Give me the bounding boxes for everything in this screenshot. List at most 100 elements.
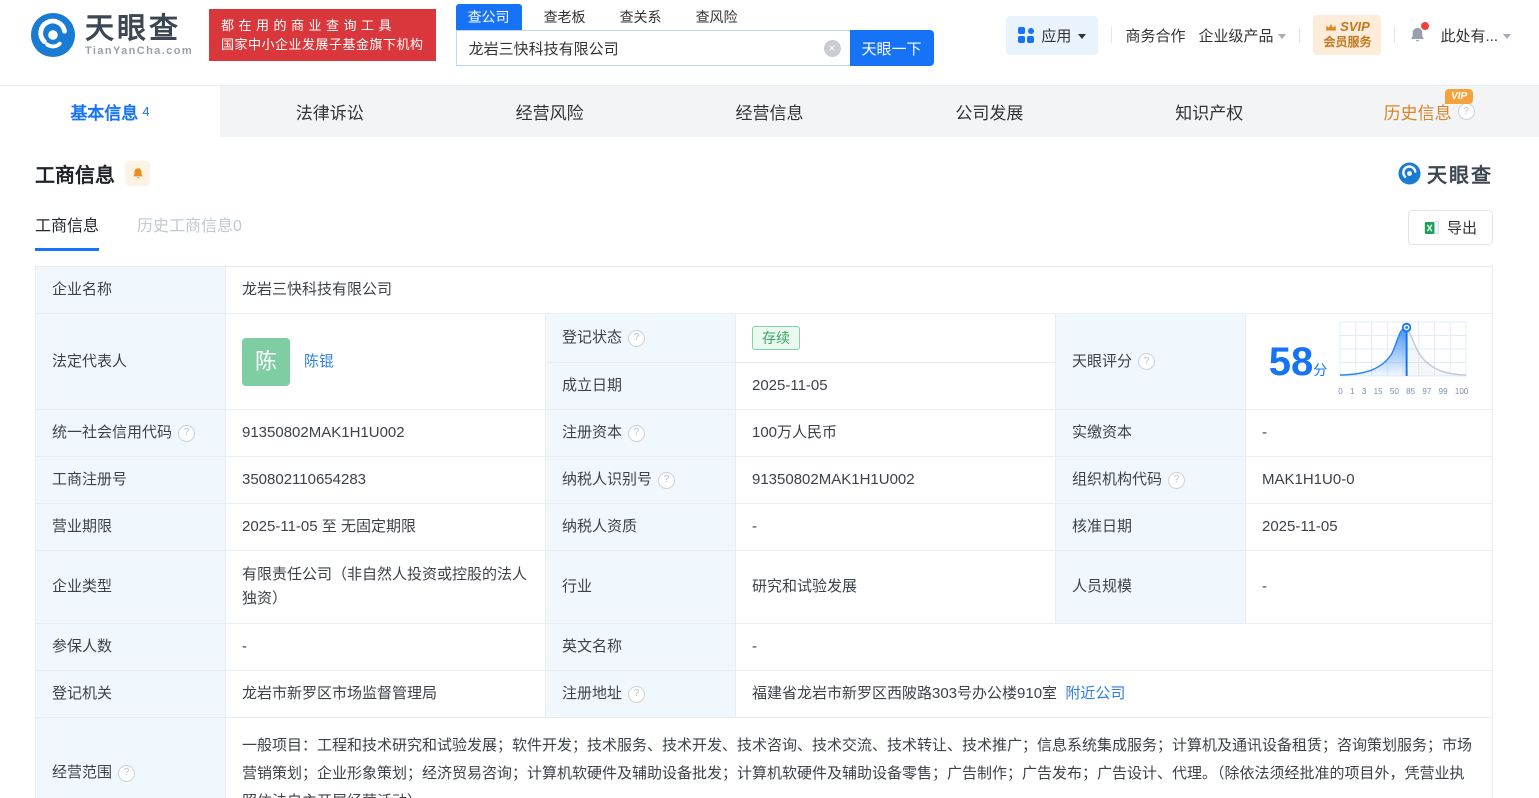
logo-swirl-icon [1398,162,1421,185]
org-code-value: MAK1H1U0-0 [1245,456,1493,505]
chevron-down-icon [1503,33,1511,39]
search-tab-relation[interactable]: 查关系 [608,4,674,30]
search-tab-boss[interactable]: 查老板 [532,4,598,30]
reg-no-label: 工商注册号 [35,456,226,505]
help-icon[interactable]: ? [118,764,136,782]
nearby-companies-link[interactable]: 附近公司 [1065,685,1125,702]
content-area: 工商信息 天眼查 工商信息 历史工商信息0 导出 企业名称 龙岩三快科技有限公司… [0,137,1539,798]
menu-cooperation-label: 商务合作 [1125,27,1186,45]
company-type-label: 企业类型 [35,550,226,625]
legal-rep-link[interactable]: 陈锟 [304,351,334,373]
legal-rep-cell: 陈 陈锟 [225,313,546,411]
vip-badge: VIP [1445,89,1474,104]
staff-size-label: 人员规模 [1055,550,1246,625]
uscc-value: 91350802MAK1H1U002 [225,409,546,458]
tianyancha-company-page: 天眼查 TianYanCha.com 都在用的商业查询工具 国家中小企业发展子基… [0,0,1539,798]
help-icon[interactable]: ? [1138,353,1156,371]
score-axis-ticks: 0 1 3 15 50 85 97 99 100 [1338,387,1469,397]
help-icon[interactable]: ? [1457,103,1475,120]
subtab-business-info[interactable]: 工商信息 [35,212,100,251]
reg-no-value: 350802110654283 [225,456,546,505]
tab-history-info[interactable]: VIP 历史信息 ? [1319,86,1539,137]
tab-history-info-label: 历史信息 [1383,104,1452,123]
export-button[interactable]: 导出 [1407,210,1493,245]
export-label: 导出 [1446,220,1477,237]
tab-legal-proceedings[interactable]: 法律诉讼 [220,86,440,137]
taxpayer-id-value: 91350802MAK1H1U002 [735,456,1056,505]
registration-authority-value: 龙岩市新罗区市场监督管理局 [225,670,546,719]
chevron-down-icon [1078,33,1087,39]
apps-menu-button[interactable]: 应用 [1006,15,1099,55]
english-name-value: - [735,623,1493,672]
table-row: 统一社会信用代码? 91350802MAK1H1U002 注册资本? 100万人… [35,409,1493,458]
search-tabs: 查公司 查老板 查关系 查风险 [455,4,934,30]
legal-rep-label: 法定代表人 [35,313,226,411]
notifications-bell[interactable] [1408,22,1430,45]
notification-dot [1421,22,1430,30]
tab-basic-info[interactable]: 基本信息 4 [0,86,220,137]
score-number: 58分 [1268,339,1328,384]
svip-label: SVIP [1340,19,1370,34]
promo-banner: 都在用的商业查询工具 国家中小企业发展子基金旗下机构 [209,9,436,61]
search-button[interactable]: 天眼一下 [849,30,934,66]
tianyancha-logo[interactable]: 天眼查 TianYanCha.com [30,12,193,58]
banner-line2: 国家中小企业发展子基金旗下机构 [221,37,424,52]
score-label: 天眼评分? [1055,313,1246,411]
company-name-value: 龙岩三快科技有限公司 [225,265,1493,315]
menu-enterprise-label: 企业级产品 [1198,27,1274,45]
help-icon[interactable]: ? [1168,471,1186,489]
logo-title: 天眼查 [85,12,182,45]
tab-operation-risk[interactable]: 经营风险 [440,86,660,137]
legal-rep-avatar[interactable]: 陈 [242,337,290,386]
tab-intellectual-property[interactable]: 知识产权 [1099,86,1319,137]
svip-membership-button[interactable]: SVIP 会员服务 [1313,15,1382,55]
user-menu-label: 此处有... [1440,27,1498,45]
score-distribution-chart: 0 1 3 15 50 85 97 99 100 [1337,320,1469,403]
reg-capital-value: 100万人民币 [735,409,1056,458]
apps-grid-icon [1018,27,1035,43]
search-tab-risk[interactable]: 查风险 [684,4,750,30]
table-row: 工商注册号 350802110654283 纳税人识别号? 91350802MA… [35,456,1493,505]
user-account-menu[interactable]: 此处有... [1440,25,1511,46]
registered-address-value: 福建省龙岩市新罗区西陂路303号办公楼910室 附近公司 [735,670,1493,719]
clear-search-icon[interactable]: × [823,39,841,57]
paid-capital-label: 实缴资本 [1055,409,1246,458]
table-row: 企业类型 有限责任公司（非自然人投资或控股的法人独资） 行业 研究和试验发展 人… [35,550,1493,625]
paid-capital-value: - [1245,409,1493,458]
search-input[interactable] [456,31,850,65]
subscribe-bell-button[interactable] [125,161,150,186]
business-info-table: 企业名称 龙岩三快科技有限公司 法定代表人 陈 陈锟 登记状态? 存续 天眼评分… [35,265,1493,798]
search-tab-company[interactable]: 查公司 [455,4,522,30]
industry-value: 研究和试验发展 [735,550,1056,625]
approval-date-value: 2025-11-05 [1245,503,1493,552]
insured-count-label: 参保人数 [35,623,226,672]
banner-line1: 都在用的商业查询工具 [221,18,397,33]
search-input-wrap: × [455,30,850,66]
table-row: 登记机关 龙岩市新罗区市场监督管理局 注册地址? 福建省龙岩市新罗区西陂路303… [35,670,1493,719]
taxpayer-qualification-value: - [735,503,1056,552]
business-scope-label: 经营范围? [35,717,226,798]
org-code-label: 组织机构代码? [1055,456,1246,505]
subtab-row: 工商信息 历史工商信息0 导出 [35,210,1493,253]
help-icon[interactable]: ? [178,424,196,442]
help-icon[interactable]: ? [628,424,646,442]
industry-label: 行业 [545,550,736,625]
excel-icon [1424,220,1439,234]
business-term-label: 营业期限 [35,503,226,552]
company-type-value: 有限责任公司（非自然人投资或控股的法人独资） [225,550,546,625]
company-name-label: 企业名称 [35,265,226,315]
top-header: 天眼查 TianYanCha.com 都在用的商业查询工具 国家中小企业发展子基… [0,0,1539,70]
table-row: 营业期限 2025-11-05 至 无固定期限 纳税人资质 - 核准日期 202… [35,503,1493,552]
help-icon[interactable]: ? [628,685,646,703]
help-icon[interactable]: ? [628,329,646,347]
tab-company-development[interactable]: 公司发展 [879,86,1099,137]
subtab-history-business-info[interactable]: 历史工商信息0 [137,212,242,251]
divider [1394,27,1396,43]
menu-business-cooperation[interactable]: 商务合作 [1125,25,1185,46]
help-icon[interactable]: ? [658,471,676,489]
taxpayer-id-label: 纳税人识别号? [545,456,736,505]
tab-operation-info[interactable]: 经营信息 [660,86,880,137]
est-date-value: 2025-11-05 [735,362,1056,411]
menu-enterprise-products[interactable]: 企业级产品 [1198,25,1287,46]
bell-icon [132,168,143,179]
